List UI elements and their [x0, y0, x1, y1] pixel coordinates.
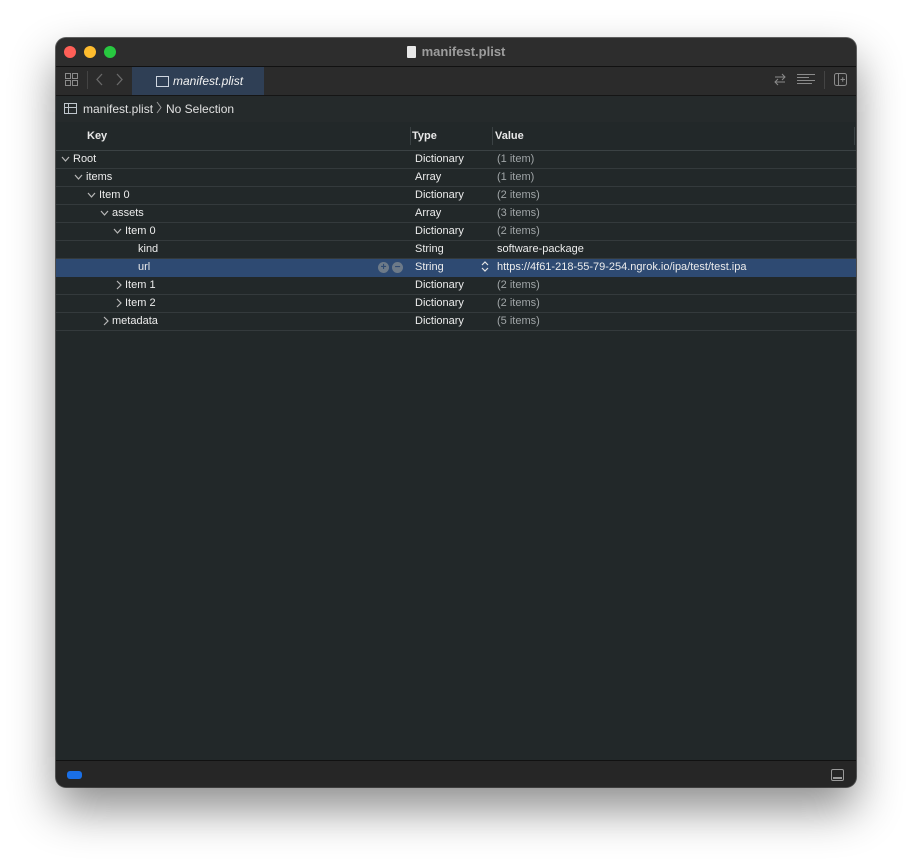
row-value: (1 item)	[497, 171, 535, 183]
breadcrumb-file[interactable]: manifest.plist	[83, 102, 153, 116]
plist-outline: Root Dictionary (1 item) items Array (1 …	[56, 151, 856, 331]
column-header-type[interactable]: Type	[412, 130, 437, 142]
toolbar-divider	[87, 71, 88, 89]
debug-area-toggle-icon[interactable]	[831, 769, 844, 781]
chevron-right-icon	[156, 101, 162, 117]
table-row[interactable]: Root Dictionary (1 item)	[56, 151, 856, 169]
row-value: (2 items)	[497, 279, 540, 291]
navigator-toggle-icon[interactable]	[67, 771, 82, 779]
row-key: Item 2	[125, 297, 156, 309]
type-popup-stepper-icon[interactable]	[481, 260, 489, 274]
row-type[interactable]: Array	[415, 171, 441, 183]
column-divider	[854, 127, 855, 145]
title-bar: manifest.plist	[56, 38, 856, 67]
add-row-icon[interactable]: +	[378, 262, 389, 273]
text-lines-icon[interactable]	[797, 73, 815, 90]
chevron-down-icon[interactable]	[61, 153, 70, 168]
row-value: (2 items)	[497, 297, 540, 309]
toolbar: manifest.plist	[56, 67, 856, 96]
row-value: (5 items)	[497, 315, 540, 327]
table-row[interactable]: items Array (1 item)	[56, 169, 856, 187]
row-key: assets	[112, 207, 144, 219]
column-header-key[interactable]: Key	[87, 130, 107, 142]
chevron-right-icon[interactable]	[114, 297, 123, 312]
table-row[interactable]: Item 2 Dictionary (2 items)	[56, 295, 856, 313]
jump-bar: manifest.plist No Selection	[56, 96, 856, 123]
grid-icon[interactable]	[65, 73, 78, 90]
row-key: Item 0	[125, 225, 156, 237]
table-row[interactable]: kind String software-package	[56, 241, 856, 259]
row-key: Item 0	[99, 189, 130, 201]
row-key: Item 1	[125, 279, 156, 291]
document-icon	[406, 46, 416, 58]
table-row[interactable]: Item 0 Dictionary (2 items)	[56, 187, 856, 205]
row-type[interactable]: Dictionary	[415, 297, 464, 309]
table-row[interactable]: Item 1 Dictionary (2 items)	[56, 277, 856, 295]
row-key: metadata	[112, 315, 158, 327]
remove-row-icon[interactable]: −	[392, 262, 403, 273]
swap-icon[interactable]	[773, 73, 787, 90]
row-key: url	[138, 261, 151, 273]
column-header-value[interactable]: Value	[495, 130, 524, 142]
chevron-right-icon[interactable]	[114, 279, 123, 294]
back-icon[interactable]	[96, 73, 104, 90]
window-title-text: manifest.plist	[421, 44, 506, 59]
table-row[interactable]: metadata Dictionary (5 items)	[56, 313, 856, 331]
row-type[interactable]: Dictionary	[415, 225, 464, 237]
tab-manifest-plist[interactable]: manifest.plist	[132, 67, 264, 95]
chevron-down-icon[interactable]	[87, 189, 96, 204]
row-type[interactable]: Array	[415, 207, 441, 219]
window-title: manifest.plist	[56, 44, 856, 59]
row-type[interactable]: String	[415, 261, 444, 273]
row-value: (2 items)	[497, 189, 540, 201]
add-panel-icon[interactable]	[834, 73, 847, 90]
column-divider[interactable]	[410, 127, 411, 145]
chevron-down-icon[interactable]	[113, 225, 122, 240]
row-value[interactable]: software-package	[497, 243, 584, 255]
row-type[interactable]: String	[415, 243, 444, 255]
row-value[interactable]: https://4f61-218-55-79-254.ngrok.io/ipa/…	[497, 261, 747, 273]
xcode-window: manifest.plist manifest.plist manifest.p…	[56, 38, 856, 787]
breadcrumb-selection[interactable]: No Selection	[166, 102, 234, 116]
row-type[interactable]: Dictionary	[415, 153, 464, 165]
row-value: (1 item)	[497, 153, 535, 165]
chevron-down-icon[interactable]	[74, 171, 83, 186]
table-icon	[64, 103, 77, 114]
row-type[interactable]: Dictionary	[415, 315, 464, 327]
table-row[interactable]: assets Array (3 items)	[56, 205, 856, 223]
chevron-down-icon[interactable]	[100, 207, 109, 222]
row-type[interactable]: Dictionary	[415, 189, 464, 201]
chevron-right-icon[interactable]	[101, 315, 110, 330]
row-value: (2 items)	[497, 225, 540, 237]
row-key: kind	[138, 243, 159, 255]
table-row[interactable]: Item 0 Dictionary (2 items)	[56, 223, 856, 241]
forward-icon[interactable]	[115, 73, 123, 90]
status-bar	[56, 760, 856, 787]
row-key: Root	[73, 153, 97, 165]
row-type[interactable]: Dictionary	[415, 279, 464, 291]
column-header: Key Type Value	[56, 122, 856, 151]
tab-label: manifest.plist	[173, 74, 244, 88]
table-row-selected[interactable]: url + − String https://4f61-218-55-79-25…	[56, 259, 856, 277]
toolbar-divider	[824, 71, 825, 89]
row-key: items	[86, 171, 113, 183]
table-icon	[156, 76, 169, 87]
column-divider[interactable]	[492, 127, 493, 145]
row-value: (3 items)	[497, 207, 540, 219]
